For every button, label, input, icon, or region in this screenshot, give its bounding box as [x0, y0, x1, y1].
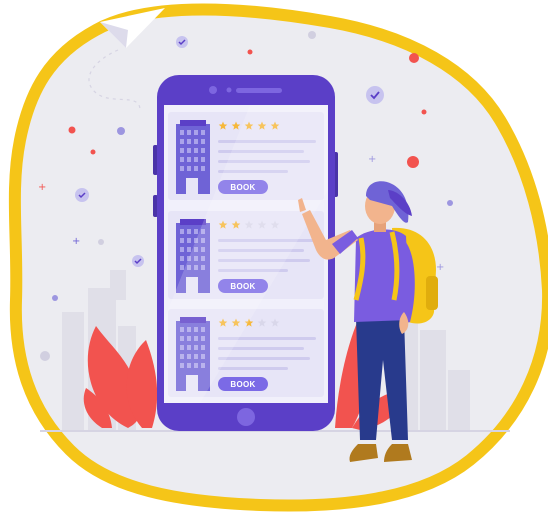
text-line	[218, 367, 288, 370]
home-button[interactable]	[237, 408, 255, 426]
book-button-label: BOOK	[230, 380, 255, 389]
text-line	[218, 357, 310, 360]
svg-text:+: +	[38, 182, 46, 193]
phone-camera	[209, 86, 217, 94]
svg-text:+: +	[436, 262, 444, 273]
building-icon	[176, 120, 210, 194]
book-button[interactable]: BOOK	[218, 377, 268, 391]
hotel-booking-illustration: + + + + BOOKBOOKBOOK	[8, 3, 548, 512]
svg-text:+: +	[368, 154, 376, 165]
svg-text:+: +	[72, 236, 80, 247]
phone-speaker	[236, 88, 282, 93]
